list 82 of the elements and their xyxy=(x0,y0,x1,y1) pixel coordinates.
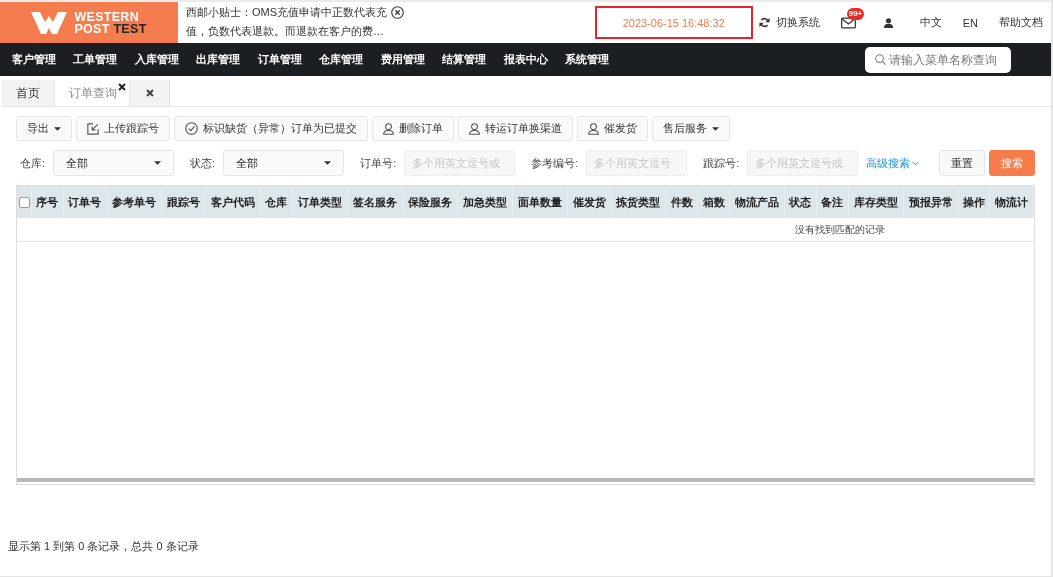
person-icon xyxy=(588,122,599,135)
scrollbar-thumb[interactable] xyxy=(17,478,1034,482)
caret-icon xyxy=(54,126,61,131)
column-header: 跟踪号 xyxy=(161,186,206,218)
chevron-down-icon xyxy=(912,160,920,166)
column-header: 物流产品 xyxy=(729,186,785,218)
column-header: 面单数量 xyxy=(512,186,568,218)
action-button[interactable]: 上传跟踪号 xyxy=(76,116,170,141)
nav-menu-item[interactable]: 入库管理 xyxy=(126,52,188,67)
action-button[interactable]: 转运订单换渠道 xyxy=(458,116,573,141)
column-header: 拣货类型 xyxy=(610,186,666,218)
column-header: 库存类型 xyxy=(848,186,904,218)
column-header: 备注 xyxy=(816,186,849,218)
filter-select[interactable]: 全部 xyxy=(223,150,345,176)
column-header: 仓库 xyxy=(260,186,293,218)
column-header: 订单类型 xyxy=(292,186,348,218)
notification-badge: 99+ xyxy=(846,7,865,20)
filter-label: 状态: xyxy=(190,155,216,171)
nav-menu-item[interactable]: 报表中心 xyxy=(495,52,557,67)
column-header: 件数 xyxy=(665,186,698,218)
nav-menu-item[interactable]: 订单管理 xyxy=(249,52,311,67)
column-header: 客户代码 xyxy=(205,186,261,218)
advanced-search-link[interactable]: 高级搜索 xyxy=(866,155,920,171)
action-button[interactable]: 催发货 xyxy=(577,116,648,141)
filter-select[interactable]: 全部 xyxy=(53,150,175,176)
caret-icon xyxy=(154,161,162,165)
nav-menu-item[interactable]: 仓库管理 xyxy=(310,52,372,67)
person-icon xyxy=(469,122,480,135)
filter-label: 订单号: xyxy=(360,155,397,171)
refresh-icon xyxy=(758,17,770,28)
mail-icon[interactable] xyxy=(840,16,856,29)
logo-text: POST TEST xyxy=(74,22,147,35)
check-circle-icon xyxy=(185,122,198,135)
nav-menu-item[interactable]: 费用管理 xyxy=(372,52,434,67)
reset-button[interactable]: 重置 xyxy=(939,150,985,176)
action-button[interactable]: 标识缺货（异常）订单为已提交 xyxy=(174,116,368,141)
help-link[interactable]: 帮助文档 xyxy=(999,15,1043,30)
select-all-checkbox[interactable] xyxy=(19,196,30,208)
close-circle-icon[interactable] xyxy=(391,6,404,19)
menu-search-field[interactable]: 请输入菜单名称查询 xyxy=(865,46,1011,73)
notice-text: 西邮小贴士：OMS充值申请中正数代表充值，负数代表退款。而退款在客户的费… xyxy=(186,5,389,39)
square-arrow-icon xyxy=(87,122,99,135)
nav-menu-item[interactable]: 工单管理 xyxy=(64,52,126,67)
column-header: 订单号 xyxy=(63,186,107,218)
user-icon[interactable] xyxy=(883,17,893,28)
language-option[interactable]: EN xyxy=(962,16,978,29)
filter-label: 仓库: xyxy=(20,155,46,171)
close-tabs-button[interactable] xyxy=(130,80,170,106)
nav-menu-item[interactable]: 系统管理 xyxy=(556,52,618,67)
column-header: 保险服务 xyxy=(402,186,458,218)
action-button[interactable]: 删除订单 xyxy=(372,116,454,141)
datetime-display: 2023-06-15 16:48:32 xyxy=(594,6,753,39)
close-icon xyxy=(145,89,154,97)
column-header: 物流计 xyxy=(990,186,1034,218)
page-tab[interactable]: 首页 xyxy=(2,80,55,106)
nav-menu-item[interactable]: 客户管理 xyxy=(3,52,65,67)
search-icon xyxy=(875,54,886,65)
pagination-info: 显示第 1 到第 0 条记录，总共 0 条记录 xyxy=(8,540,199,553)
column-header: 加急类型 xyxy=(457,186,513,218)
column-header: 箱数 xyxy=(697,186,730,218)
nav-menu-item[interactable]: 结算管理 xyxy=(433,52,495,67)
column-header: 参考单号 xyxy=(106,186,162,218)
filter-label: 参考编号: xyxy=(531,155,579,171)
caret-icon xyxy=(712,126,719,131)
person-icon xyxy=(383,122,394,135)
column-header: 状态 xyxy=(784,186,817,218)
empty-message: 没有找到匹配的记录 xyxy=(795,223,886,235)
filter-label: 跟踪号: xyxy=(703,155,740,171)
column-header: 序号 xyxy=(31,186,64,218)
close-icon[interactable] xyxy=(118,83,126,91)
caret-icon xyxy=(324,161,332,165)
column-header: 操作 xyxy=(958,186,990,218)
column-header: 签名服务 xyxy=(347,186,403,218)
switch-system-button[interactable]: 切换系统 xyxy=(758,15,820,30)
logo-text: WESTERN xyxy=(74,10,140,23)
column-header: 催发货 xyxy=(567,186,611,218)
nav-menu-item[interactable]: 出库管理 xyxy=(187,52,249,67)
w-mark-icon xyxy=(31,11,68,34)
column-header: 预报异常 xyxy=(903,186,959,218)
dropdown-button[interactable]: 导出 xyxy=(16,116,72,141)
language-option[interactable]: 中文 xyxy=(919,15,942,30)
dropdown-button[interactable]: 售后服务 xyxy=(652,116,730,141)
